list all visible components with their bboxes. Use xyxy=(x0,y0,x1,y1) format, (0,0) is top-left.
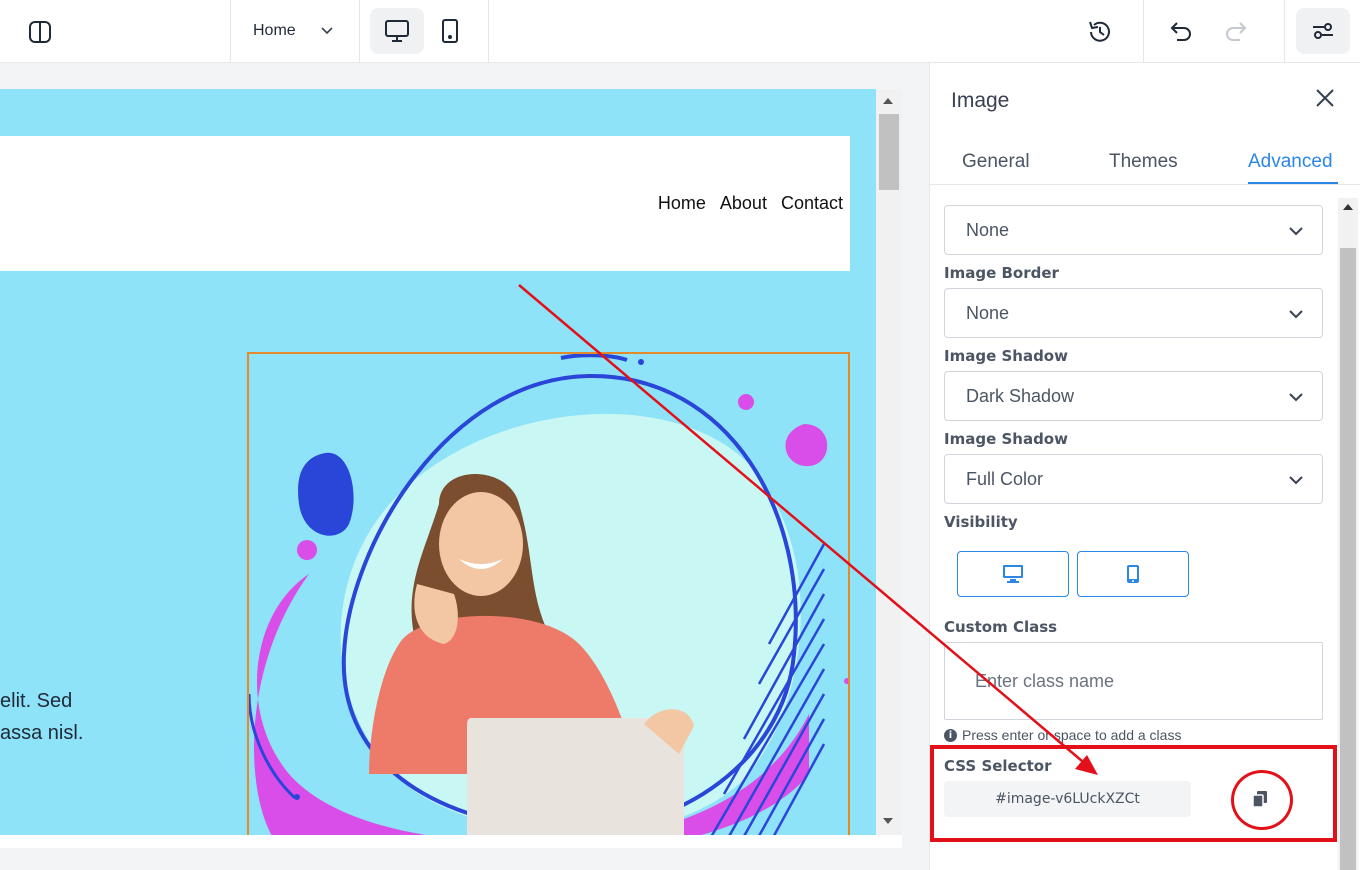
settings-panel-button[interactable] xyxy=(1296,8,1350,54)
canvas-scrollbar[interactable] xyxy=(876,89,902,835)
info-icon: i xyxy=(944,728,957,742)
desktop-icon xyxy=(1003,565,1023,583)
chevron-down-icon xyxy=(1289,393,1303,402)
custom-class-label: Custom Class xyxy=(944,618,1058,636)
undo-button[interactable] xyxy=(1161,12,1201,52)
select-value: None xyxy=(966,303,1010,323)
panel-title: Image xyxy=(951,89,1010,112)
select-value: Full Color xyxy=(966,469,1044,489)
settings-sliders-icon xyxy=(1313,23,1333,39)
tablet-icon xyxy=(442,19,458,43)
redo-button[interactable] xyxy=(1216,12,1256,52)
hero-text-line: assa nisl. xyxy=(0,722,84,744)
page-select[interactable]: Home xyxy=(231,0,359,62)
scroll-up-arrow-icon[interactable] xyxy=(1343,204,1353,210)
redo-icon xyxy=(1226,22,1247,41)
image-shadow-color-label: Image Shadow xyxy=(944,430,1068,448)
tab-advanced[interactable]: Advanced xyxy=(1248,151,1333,173)
hero-illustration xyxy=(249,354,848,835)
canvas-footer xyxy=(0,835,902,848)
scroll-down-arrow-icon[interactable] xyxy=(883,818,893,824)
site-nav: Home About Contact xyxy=(658,193,843,214)
sidebar-toggle-icon xyxy=(29,21,51,43)
history-icon xyxy=(1089,21,1110,42)
panel-scrollbar-thumb[interactable] xyxy=(1340,248,1356,870)
history-button[interactable] xyxy=(1080,12,1120,52)
select-value: None xyxy=(966,220,1010,240)
selected-image[interactable] xyxy=(247,352,850,835)
page-select-value: Home xyxy=(253,22,296,39)
top-toolbar: Home xyxy=(0,0,1360,63)
image-shadow-label: Image Shadow xyxy=(944,347,1068,365)
tab-general[interactable]: General xyxy=(962,151,1030,173)
nav-link-about[interactable]: About xyxy=(720,193,767,214)
tablet-view-button[interactable] xyxy=(430,8,470,54)
undo-icon xyxy=(1170,22,1191,41)
visibility-label: Visibility xyxy=(944,513,1018,531)
chevron-down-icon xyxy=(1289,476,1303,485)
tab-themes[interactable]: Themes xyxy=(1109,151,1178,173)
mobile-icon xyxy=(1127,565,1139,583)
close-icon[interactable] xyxy=(1314,87,1336,109)
panel-scrollbar[interactable] xyxy=(1338,198,1358,870)
select-value: Dark Shadow xyxy=(966,386,1075,406)
chevron-down-icon xyxy=(321,27,333,35)
hero-text-line: elit. Sed xyxy=(0,690,73,712)
chevron-down-icon xyxy=(1289,310,1303,319)
image-shadow-select[interactable]: Dark Shadow xyxy=(944,371,1323,421)
sidebar-toggle-button[interactable] xyxy=(20,12,60,52)
custom-class-hint: i Press enter or space to add a class xyxy=(944,727,1181,743)
active-tab-indicator xyxy=(1248,182,1338,184)
hero-text[interactable]: elit. Sed assa nisl. xyxy=(0,685,83,749)
scrollbar-thumb[interactable] xyxy=(879,114,899,190)
visibility-desktop-toggle[interactable] xyxy=(957,551,1069,597)
highlight-circle xyxy=(1231,770,1293,830)
nav-link-home[interactable]: Home xyxy=(658,193,706,214)
scroll-up-arrow-icon[interactable] xyxy=(883,98,893,104)
site-header[interactable]: Home About Contact xyxy=(0,136,850,271)
nav-link-contact[interactable]: Contact xyxy=(781,193,843,214)
desktop-view-button[interactable] xyxy=(370,8,424,54)
desktop-icon xyxy=(385,20,409,42)
custom-class-input[interactable] xyxy=(944,642,1323,720)
panel-tabs: General Themes Advanced xyxy=(930,139,1360,185)
page-canvas[interactable]: Home About Contact elit. Sed assa nisl. xyxy=(0,89,876,835)
image-shadow-color-select[interactable]: Full Color xyxy=(944,454,1323,504)
image-border-select[interactable]: None xyxy=(944,288,1323,338)
visibility-mobile-toggle[interactable] xyxy=(1077,551,1189,597)
hint-text: Press enter or space to add a class xyxy=(962,727,1182,743)
first-select[interactable]: None xyxy=(944,205,1323,255)
image-border-label: Image Border xyxy=(944,264,1059,282)
chevron-down-icon xyxy=(1289,227,1303,236)
